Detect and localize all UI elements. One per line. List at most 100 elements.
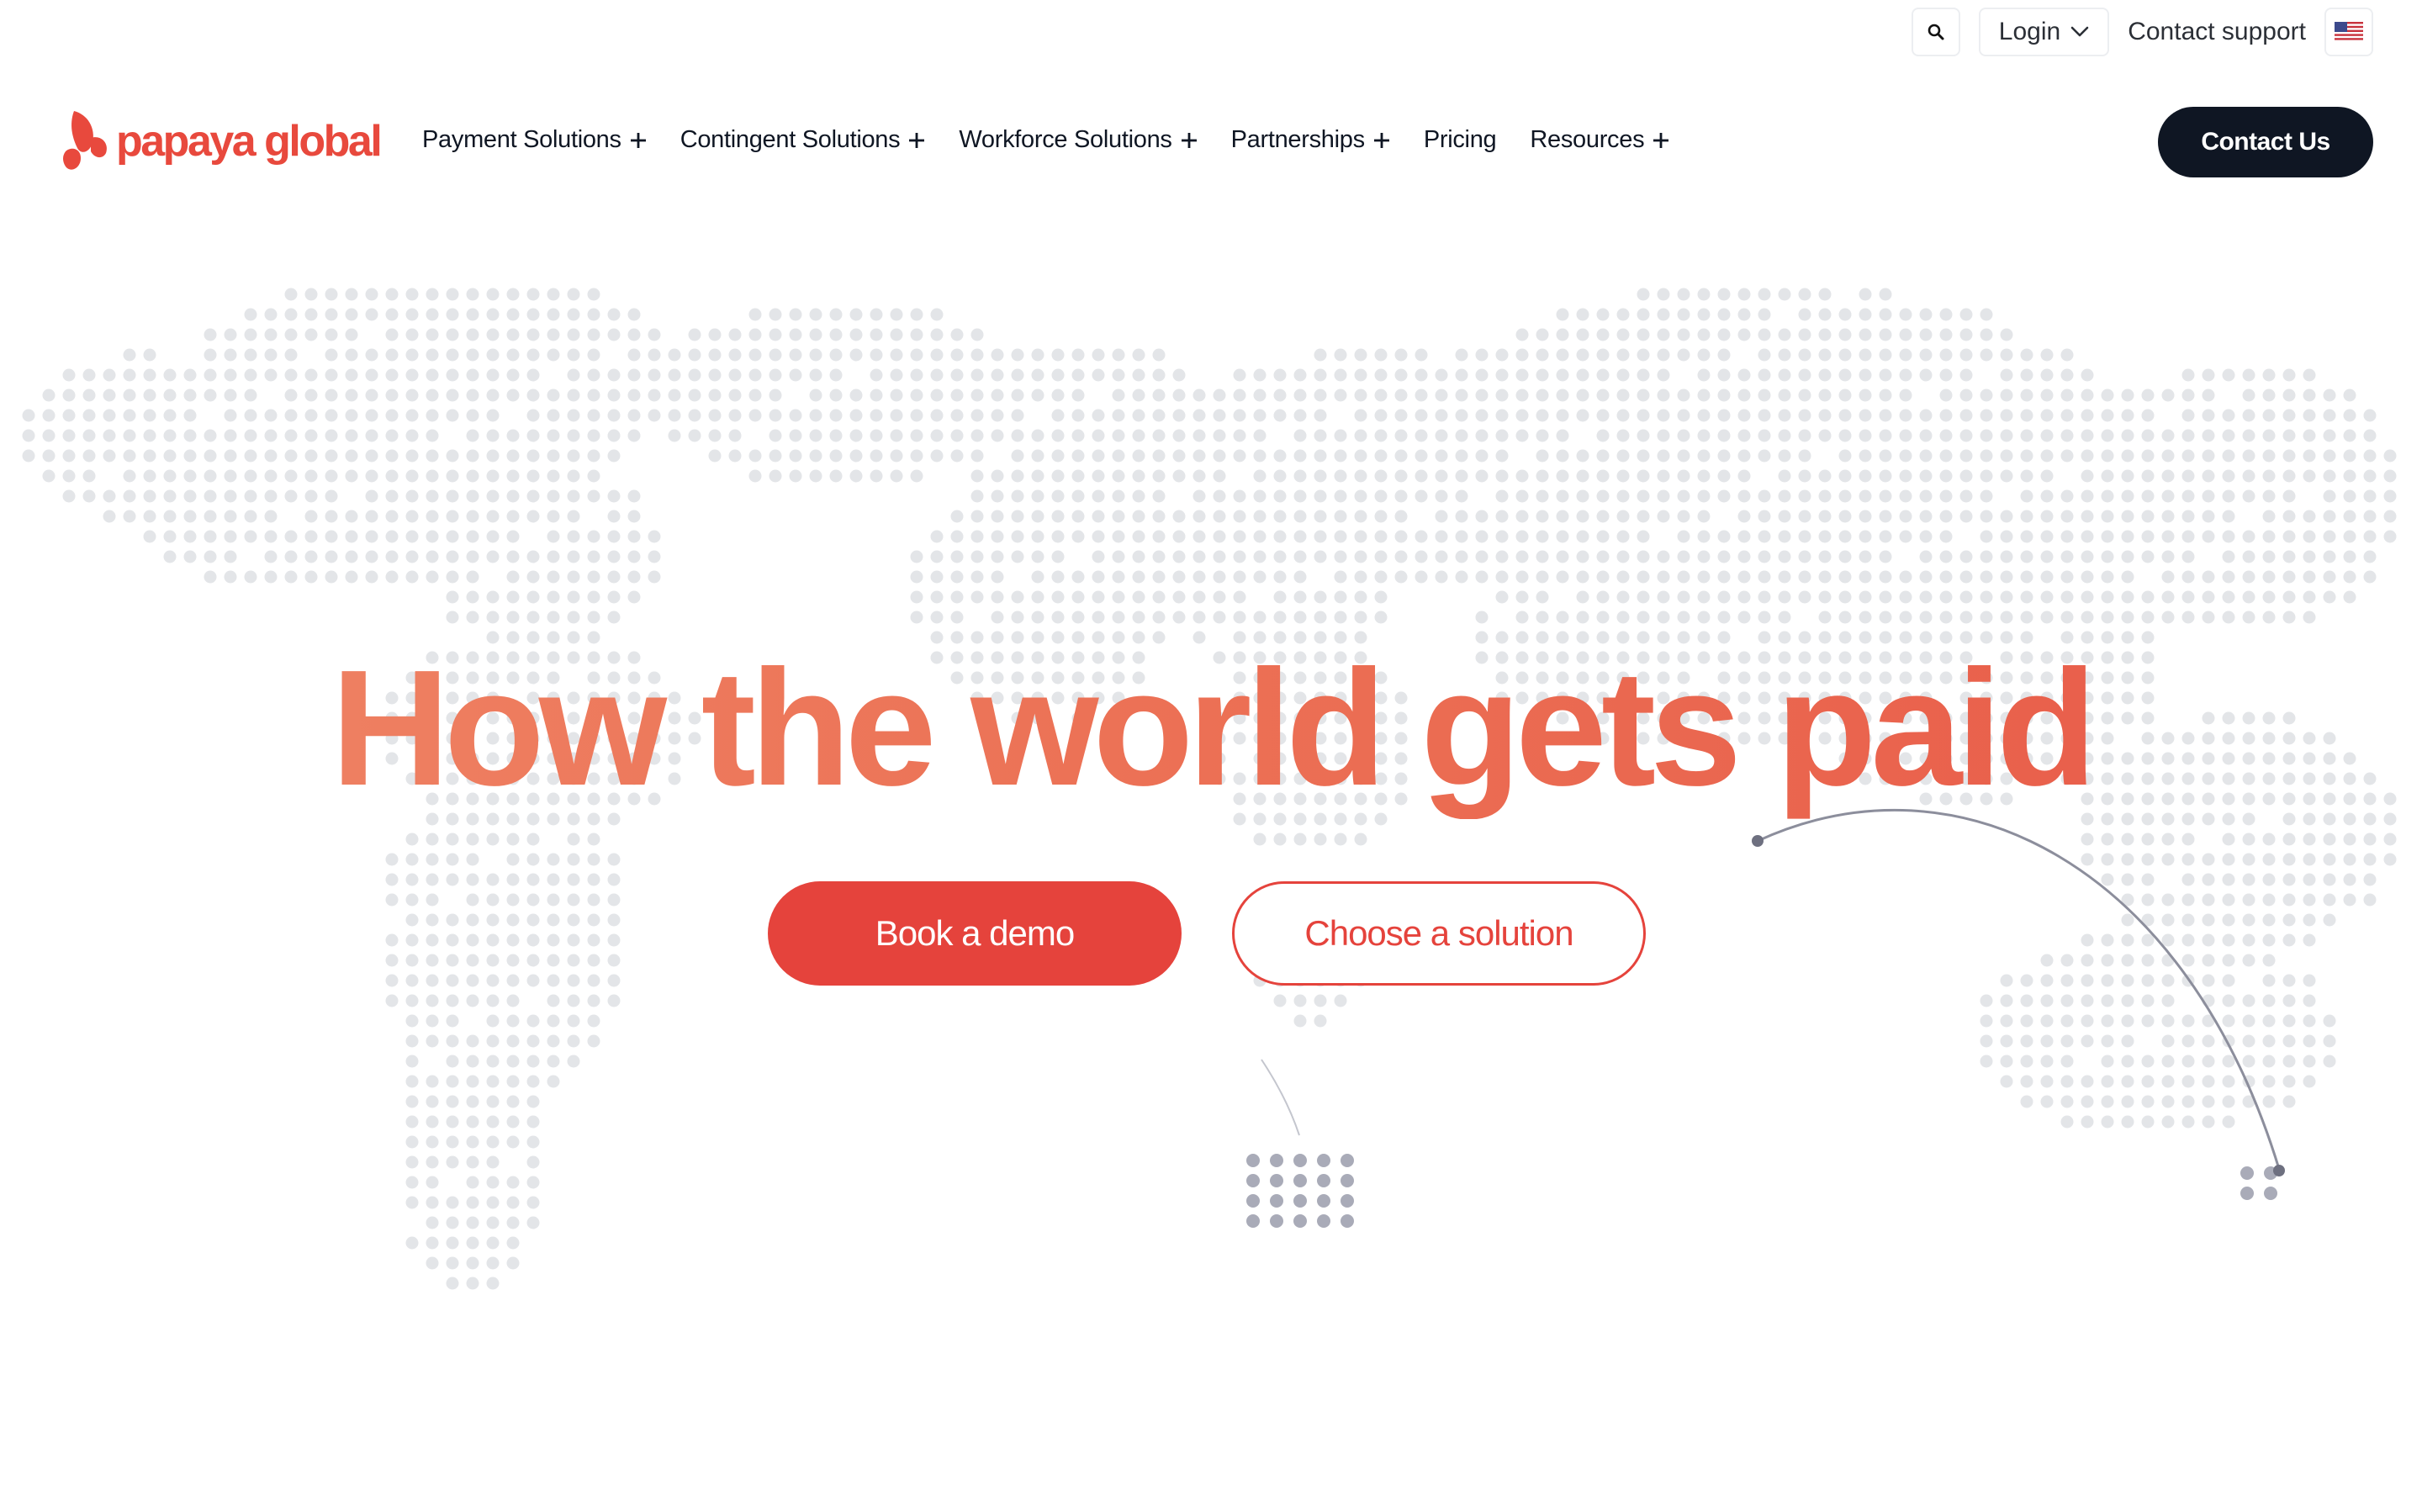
search-button[interactable] xyxy=(1911,8,1960,56)
map-dot xyxy=(486,348,500,362)
map-dot xyxy=(1818,429,1832,442)
map-dot xyxy=(2282,1055,2296,1068)
login-dropdown[interactable]: Login xyxy=(1978,8,2110,56)
map-dot xyxy=(547,1075,560,1088)
map-dot xyxy=(1293,368,1307,382)
map-dot xyxy=(2121,611,2134,624)
map-dot xyxy=(1899,429,1912,442)
map-dot xyxy=(1637,510,1650,523)
map-dot xyxy=(2081,570,2094,584)
book-demo-button[interactable]: Book a demo xyxy=(768,881,1182,986)
map-dot xyxy=(1697,590,1711,604)
map-dot xyxy=(2262,853,2276,866)
map-dot xyxy=(1879,449,1892,463)
papaya-global-logo[interactable]: papaya global xyxy=(62,109,383,173)
map-dot xyxy=(1455,550,1468,563)
contact-support-link[interactable]: Contact support xyxy=(2128,18,2306,46)
map-dot xyxy=(1354,449,1367,463)
map-dot xyxy=(1838,489,1852,503)
nav-item-payment-solutions[interactable]: Payment Solutions xyxy=(422,126,647,154)
map-dot xyxy=(829,469,843,483)
map-dot xyxy=(627,510,641,523)
map-dot xyxy=(2303,429,2316,442)
nav-item-resources[interactable]: Resources xyxy=(1530,126,1669,154)
map-dot xyxy=(970,489,984,503)
language-selector[interactable] xyxy=(2324,8,2373,56)
map-dot xyxy=(325,389,338,402)
map-dot xyxy=(466,348,479,362)
map-dot xyxy=(1899,308,1912,321)
choose-solution-button[interactable]: Choose a solution xyxy=(1232,881,1646,986)
map-dot xyxy=(1435,449,1448,463)
map-dot xyxy=(2343,429,2356,442)
map-dot xyxy=(446,328,459,341)
map-dot xyxy=(405,570,419,584)
map-dot xyxy=(950,328,964,341)
map-dot xyxy=(426,570,439,584)
map-dot xyxy=(446,1256,459,1270)
map-dot xyxy=(486,1095,500,1108)
map-dot xyxy=(789,308,802,321)
map-dot xyxy=(1455,348,1468,362)
map-dot xyxy=(224,348,237,362)
nav-item-contingent-solutions[interactable]: Contingent Solutions xyxy=(680,126,926,154)
map-dot xyxy=(526,611,540,624)
map-dot xyxy=(1132,510,1145,523)
map-dot xyxy=(769,368,782,382)
map-dot xyxy=(526,1216,540,1229)
map-dot xyxy=(1778,449,1791,463)
map-dot xyxy=(2262,611,2276,624)
map-dot xyxy=(1152,590,1166,604)
map-dot xyxy=(2020,1034,2033,1048)
map-dot xyxy=(2141,429,2155,442)
map-dot xyxy=(2161,1055,2175,1068)
map-dot xyxy=(143,449,156,463)
map-dot xyxy=(1818,348,1832,362)
nav-item-workforce-solutions[interactable]: Workforce Solutions xyxy=(959,126,1197,154)
map-dot xyxy=(2383,510,2397,523)
map-dot xyxy=(2020,590,2033,604)
nav-item-partnerships[interactable]: Partnerships xyxy=(1231,126,1390,154)
map-dot xyxy=(1616,510,1630,523)
map-dot xyxy=(1879,348,1892,362)
map-dot xyxy=(486,1135,500,1149)
map-dot xyxy=(1354,570,1367,584)
map-dot xyxy=(1717,308,1731,321)
map-dot xyxy=(1152,489,1166,503)
map-dot xyxy=(1717,288,1731,301)
contact-us-button[interactable]: Contact Us xyxy=(2158,107,2373,177)
map-dot xyxy=(345,429,358,442)
map-dot xyxy=(1031,550,1044,563)
map-dot-highlight xyxy=(1317,1214,1330,1228)
map-dot xyxy=(890,328,903,341)
map-dot xyxy=(426,429,439,442)
map-dot xyxy=(2081,409,2094,422)
map-dot xyxy=(829,308,843,321)
map-dot xyxy=(1213,590,1226,604)
map-dot xyxy=(466,389,479,402)
map-dot xyxy=(607,429,621,442)
map-dot xyxy=(1899,328,1912,341)
map-dot xyxy=(1515,590,1529,604)
nav-item-label: Contingent Solutions xyxy=(680,126,901,153)
map-dot xyxy=(1758,489,1771,503)
map-dot xyxy=(1293,449,1307,463)
map-dot xyxy=(1132,590,1145,604)
map-dot xyxy=(506,570,520,584)
map-dot xyxy=(1778,590,1791,604)
map-dot xyxy=(1334,530,1347,543)
map-dot xyxy=(809,449,822,463)
nav-item-pricing[interactable]: Pricing xyxy=(1424,126,1497,154)
map-dot xyxy=(1192,429,1206,442)
map-dot xyxy=(506,853,520,866)
map-dot xyxy=(426,1256,439,1270)
map-dot xyxy=(405,1135,419,1149)
map-dot xyxy=(627,308,641,321)
map-dot xyxy=(2161,590,2175,604)
map-dot xyxy=(2323,853,2336,866)
map-dot xyxy=(2222,1014,2235,1028)
map-dot xyxy=(2303,449,2316,463)
map-dot xyxy=(2000,570,2013,584)
map-dot xyxy=(1859,288,1872,301)
map-dot xyxy=(1980,1014,1993,1028)
